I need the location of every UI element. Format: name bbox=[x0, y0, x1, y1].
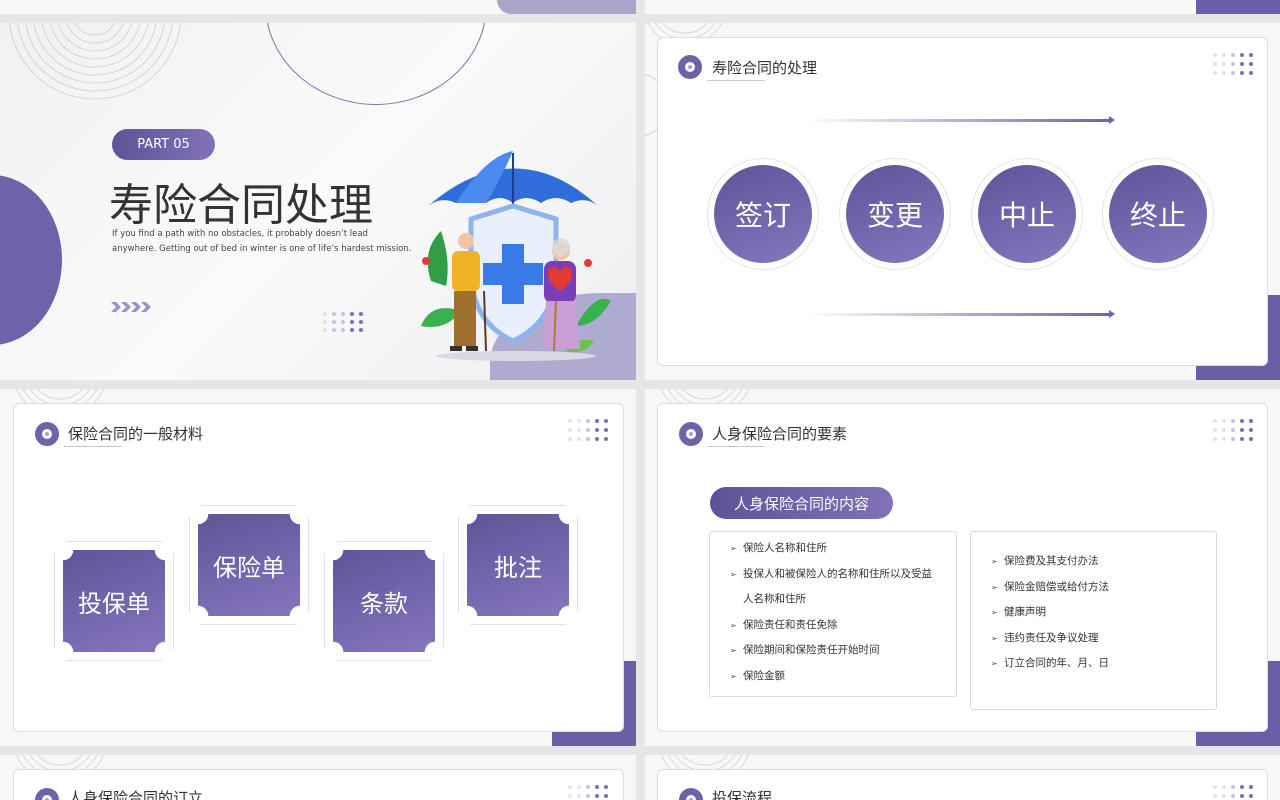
list-item-continuation: 人名称和住所 bbox=[743, 593, 806, 605]
list-item: 投保人和被保险人的名称和住所以及受益 bbox=[710, 562, 956, 588]
slide-title: 寿险合同的处理 bbox=[712, 59, 818, 77]
list-item: 保险人名称和住所 bbox=[710, 536, 956, 562]
step-circle-2[interactable]: 变更 bbox=[840, 159, 950, 269]
material-label-1: 投保单 bbox=[63, 550, 165, 652]
step-label-2: 变更 bbox=[846, 165, 944, 263]
decor-concentric-circles bbox=[9, 23, 181, 100]
section-logo-icon bbox=[35, 422, 59, 446]
material-label-3: 条款 bbox=[333, 550, 435, 652]
dot-grid-decor bbox=[1213, 53, 1253, 75]
insurance-illustration bbox=[421, 151, 611, 361]
part-label: PART 05 bbox=[112, 129, 215, 160]
material-card-3[interactable]: 条款 bbox=[324, 541, 444, 661]
subtitle-line-2: anywhere. Getting out of bed in winter i… bbox=[112, 244, 412, 254]
step-label-3: 中止 bbox=[978, 165, 1076, 263]
dot-grid-decor bbox=[1213, 785, 1253, 798]
previous-slide-strip-left[interactable] bbox=[0, 0, 636, 14]
list-item: 违约责任及争议处理 bbox=[971, 626, 1216, 652]
arrow-line-bottom bbox=[805, 310, 1115, 318]
list-item: 保险金额 bbox=[710, 664, 956, 690]
slide-title: 保险合同的一般材料 bbox=[68, 425, 204, 443]
material-label-4: 批注 bbox=[467, 514, 569, 616]
material-card-4[interactable]: 批注 bbox=[458, 505, 578, 625]
dot-grid-decor bbox=[568, 419, 608, 441]
arrow-line-top bbox=[805, 116, 1115, 124]
section-logo-icon bbox=[678, 55, 702, 79]
previous-slide-strip-right[interactable] bbox=[645, 0, 1280, 14]
step-circle-3[interactable]: 中止 bbox=[972, 159, 1082, 269]
list-item: 保险期间和保险责任开始时间 bbox=[710, 638, 956, 664]
title-underline bbox=[707, 80, 765, 81]
content-heading-pill: 人身保险合同的内容 bbox=[710, 487, 893, 519]
slide-title: 投保流程 bbox=[712, 789, 773, 800]
elements-list-left: 保险人名称和住所 投保人和被保险人的名称和住所以及受益 人名称和住所 保险责任和… bbox=[709, 531, 957, 697]
slide-title: 寿险合同处理 bbox=[109, 180, 373, 231]
step-circle-1[interactable]: 签订 bbox=[708, 159, 818, 269]
step-circle-4[interactable]: 终止 bbox=[1103, 159, 1213, 269]
slide-thumbnail-application-process[interactable]: 投保流程 bbox=[645, 755, 1280, 800]
list-item: 保险责任和责任免除 bbox=[710, 613, 956, 639]
dot-grid-decor bbox=[568, 785, 608, 798]
step-label-4: 终止 bbox=[1109, 165, 1207, 263]
slide-thumbnail-general-materials[interactable]: 保险合同的一般材料 投保单 保险单 条款 批注 bbox=[0, 389, 636, 746]
chevrons-decor bbox=[111, 298, 155, 317]
slide-thumbnail-contract-handling[interactable]: 寿险合同的处理 签订 变更 中止 终止 bbox=[645, 23, 1280, 380]
subtitle-line-1: If you find a path with no obstacles, it… bbox=[112, 229, 368, 239]
decor-outline-circle bbox=[265, 23, 487, 105]
title-underline bbox=[64, 446, 122, 447]
decor-left-semicircle bbox=[0, 175, 62, 345]
elements-list-right: 保险费及其支付办法 保险金赔偿或给付方法 健康声明 违约责任及争议处理 订立合同… bbox=[970, 531, 1217, 710]
list-item: 健康声明 bbox=[971, 600, 1216, 626]
list-item: 保险费及其支付办法 bbox=[971, 549, 1216, 575]
list-item: 订立合同的年、月、日 bbox=[971, 651, 1216, 677]
material-card-1[interactable]: 投保单 bbox=[54, 541, 174, 661]
dot-grid-decor bbox=[1213, 419, 1253, 441]
material-card-2[interactable]: 保险单 bbox=[189, 505, 309, 625]
slide-thumbnail-contract-elements[interactable]: 人身保险合同的要素 人身保险合同的内容 保险人名称和住所 投保人和被保险人的名称… bbox=[645, 389, 1280, 746]
slide-title: 人身保险合同的要素 bbox=[712, 425, 848, 443]
title-underline bbox=[707, 446, 765, 447]
list-item: 保险金赔偿或给付方法 bbox=[971, 575, 1216, 601]
step-label-1: 签订 bbox=[714, 165, 812, 263]
material-label-2: 保险单 bbox=[198, 514, 300, 616]
slide-title: 人身保险合同的订立 bbox=[68, 789, 204, 800]
section-logo-icon bbox=[679, 422, 703, 446]
slide-thumbnail-title[interactable]: PART 05 寿险合同处理 If you find a path with n… bbox=[0, 23, 636, 380]
slide-thumbnail-contract-conclusion[interactable]: 人身保险合同的订立 bbox=[0, 755, 636, 800]
dot-grid-decor bbox=[323, 312, 364, 332]
